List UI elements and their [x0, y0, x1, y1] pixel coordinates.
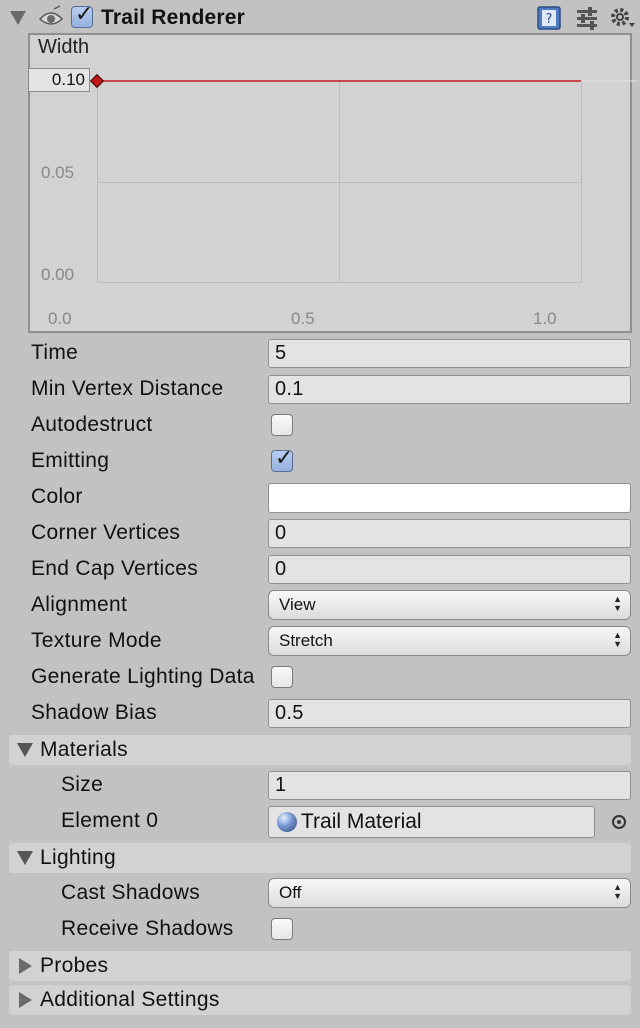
- y-tick-label: 0.05: [41, 163, 75, 182]
- end-cap-vertices-field[interactable]: 0: [268, 555, 631, 584]
- min-vertex-distance-field[interactable]: 0.1: [268, 375, 631, 404]
- time-label: Time: [31, 341, 79, 364]
- generate-lighting-data-label: Generate Lighting Data: [31, 665, 255, 688]
- autodestruct-label: Autodestruct: [31, 413, 153, 436]
- color-swatch-field[interactable]: [268, 483, 631, 513]
- generate-lighting-data-checkbox[interactable]: [271, 666, 293, 688]
- dropdown-arrows-icon: ▲ ▼: [613, 630, 622, 649]
- foldout-collapsed-icon[interactable]: [19, 958, 32, 974]
- element0-value: Trail Material: [301, 810, 422, 833]
- cast-shadows-selected: Off: [279, 883, 302, 902]
- checkmark-icon: ✓: [275, 446, 294, 471]
- texture-mode-dropdown[interactable]: Stretch ▲ ▼: [268, 626, 631, 656]
- end-cap-vertices-label: End Cap Vertices: [31, 557, 199, 580]
- alignment-dropdown[interactable]: View ▲ ▼: [268, 590, 631, 620]
- x-tick-label: 0.0: [48, 309, 72, 328]
- lighting-title: Lighting: [40, 846, 116, 869]
- material-sphere-icon: [277, 812, 297, 832]
- dropdown-arrows-icon: ▲ ▼: [613, 882, 622, 901]
- color-label: Color: [31, 485, 83, 508]
- receive-shadows-checkbox[interactable]: [271, 918, 293, 940]
- x-tick-label: 1.0: [533, 309, 557, 328]
- curve-value-field[interactable]: 0.10: [28, 68, 90, 92]
- texture-mode-label: Texture Mode: [31, 629, 162, 652]
- emitting-checkbox[interactable]: ✓: [271, 446, 293, 472]
- foldout-expanded-icon[interactable]: [17, 743, 33, 757]
- autodestruct-checkbox[interactable]: [271, 414, 293, 436]
- texture-mode-selected: Stretch: [279, 631, 333, 650]
- shadow-bias-label: Shadow Bias: [31, 701, 157, 724]
- materials-size-label: Size: [61, 773, 104, 796]
- shadow-bias-field[interactable]: 0.5: [268, 699, 631, 728]
- materials-title: Materials: [40, 738, 128, 761]
- curve-keyframe: [89, 73, 105, 89]
- time-field[interactable]: 5: [268, 339, 631, 368]
- x-tick-label: 0.5: [291, 309, 315, 328]
- foldout-expanded-icon[interactable]: [17, 851, 33, 865]
- emitting-label: Emitting: [31, 449, 110, 472]
- element0-object-field[interactable]: Trail Material: [268, 806, 595, 838]
- additional-settings-title: Additional Settings: [40, 988, 220, 1011]
- object-picker-icon[interactable]: [612, 815, 626, 829]
- element0-label: Element 0: [61, 809, 159, 832]
- probes-title: Probes: [40, 954, 109, 977]
- min-vertex-distance-label: Min Vertex Distance: [31, 377, 224, 400]
- dropdown-arrows-icon: ▲ ▼: [613, 594, 622, 613]
- y-tick-label: 0.00: [41, 265, 75, 284]
- cast-shadows-label: Cast Shadows: [61, 881, 201, 904]
- alignment-label: Alignment: [31, 593, 128, 616]
- foldout-collapsed-icon[interactable]: [19, 992, 32, 1008]
- materials-size-field[interactable]: 1: [268, 771, 631, 800]
- alignment-selected: View: [279, 595, 316, 614]
- receive-shadows-label: Receive Shadows: [61, 917, 234, 940]
- corner-vertices-field[interactable]: 0: [268, 519, 631, 548]
- corner-vertices-label: Corner Vertices: [31, 521, 181, 544]
- cast-shadows-dropdown[interactable]: Off ▲ ▼: [268, 878, 631, 908]
- curve-line-layer: [40, 73, 638, 89]
